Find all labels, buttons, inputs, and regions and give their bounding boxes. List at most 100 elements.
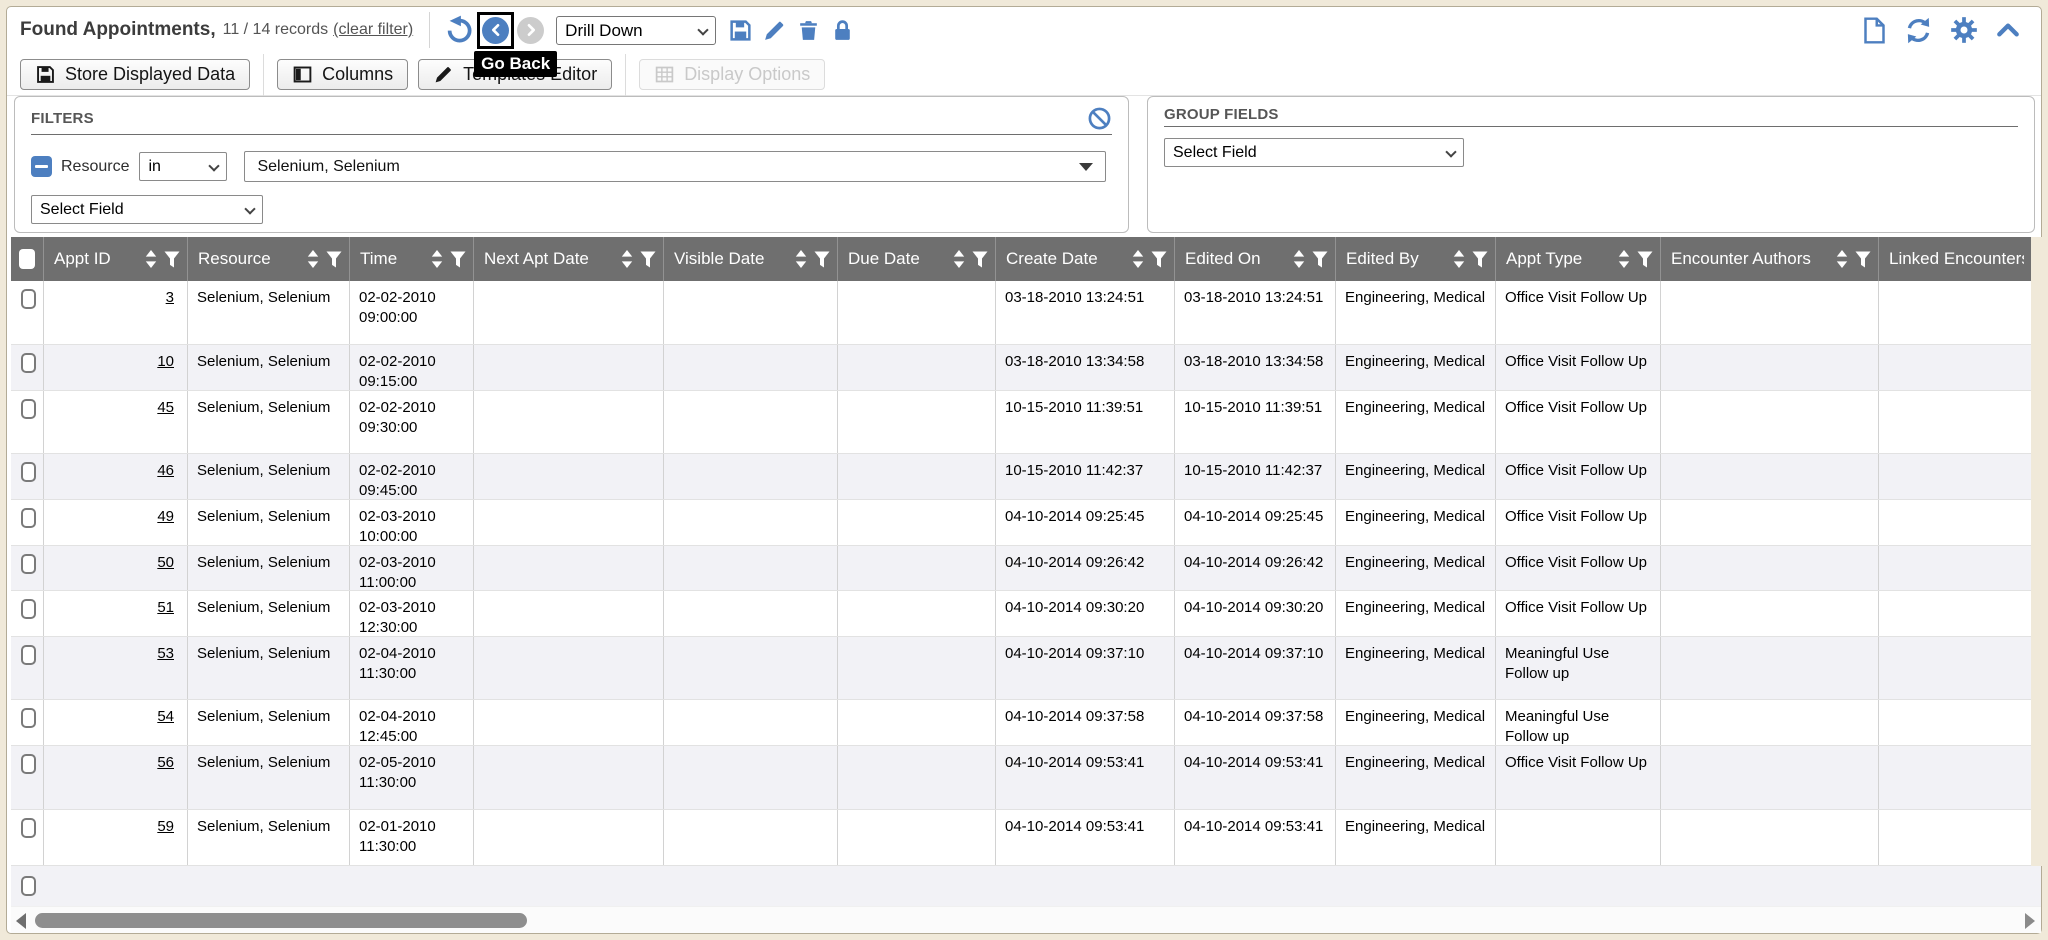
filter-funnel-icon[interactable] xyxy=(640,251,656,268)
filter-funnel-icon[interactable] xyxy=(1855,251,1871,268)
appt-id-link[interactable]: 50 xyxy=(157,554,174,571)
sort-icon[interactable] xyxy=(306,250,320,268)
new-file-icon[interactable] xyxy=(1862,17,1887,44)
page-title: Found Appointments, xyxy=(20,19,216,41)
remove-filter-icon[interactable] xyxy=(31,156,52,177)
appt-id-link[interactable]: 10 xyxy=(157,353,174,370)
sort-icon[interactable] xyxy=(1835,250,1849,268)
scroll-left-arrow-icon[interactable] xyxy=(16,913,26,929)
cell-resource: Selenium, Selenium xyxy=(188,637,350,699)
scrollbar-thumb[interactable] xyxy=(35,913,527,928)
go-forward-icon[interactable] xyxy=(517,17,544,44)
filter-funnel-icon[interactable] xyxy=(326,251,342,268)
clear-filter-link[interactable]: (clear filter) xyxy=(333,21,413,39)
appt-id-link[interactable]: 59 xyxy=(157,818,174,835)
cell-time: 02-02-2010 09:45:00 xyxy=(350,454,474,499)
sort-icon[interactable] xyxy=(1131,250,1145,268)
row-checkbox[interactable] xyxy=(21,289,36,309)
row-checkbox-cell xyxy=(11,637,44,699)
refresh-icon[interactable] xyxy=(1904,16,1933,45)
sort-icon[interactable] xyxy=(1617,250,1631,268)
row-checkbox[interactable] xyxy=(21,399,36,419)
display-options-button[interactable]: Display Options xyxy=(639,59,825,90)
column-header[interactable]: Due Date xyxy=(838,237,996,281)
appt-id-link[interactable]: 45 xyxy=(157,399,174,416)
column-header[interactable]: Time xyxy=(350,237,474,281)
appt-id-link[interactable]: 3 xyxy=(166,289,174,306)
save-icon[interactable] xyxy=(728,18,753,43)
row-checkbox[interactable] xyxy=(21,508,36,528)
column-header[interactable]: Linked Encounters xyxy=(1879,237,2031,281)
row-checkbox[interactable] xyxy=(21,599,36,619)
filter-funnel-icon[interactable] xyxy=(814,251,830,268)
undo-icon[interactable] xyxy=(444,15,474,45)
row-checkbox[interactable] xyxy=(21,645,36,665)
sort-icon[interactable] xyxy=(952,250,966,268)
sort-icon[interactable] xyxy=(430,250,444,268)
drill-down-select[interactable]: Drill Down xyxy=(556,16,716,45)
column-header-label: Appt ID xyxy=(54,249,111,269)
cell-create-date: 10-15-2010 11:39:51 xyxy=(996,391,1175,453)
row-checkbox[interactable] xyxy=(21,818,36,838)
cell-next-apt-date xyxy=(474,810,664,865)
row-checkbox[interactable] xyxy=(21,554,36,574)
filter-value-dropdown[interactable]: Selenium, Selenium xyxy=(244,151,1106,182)
sort-icon[interactable] xyxy=(144,250,158,268)
go-back-icon[interactable] xyxy=(482,17,509,44)
clear-filters-icon[interactable] xyxy=(1087,106,1112,131)
column-header[interactable]: Visible Date xyxy=(664,237,838,281)
scroll-right-arrow-icon[interactable] xyxy=(2025,913,2035,929)
sort-icon[interactable] xyxy=(1452,250,1466,268)
sort-icon[interactable] xyxy=(1292,250,1306,268)
filter-row: Resource in Selenium, Selenium xyxy=(31,151,1112,182)
sort-icon[interactable] xyxy=(620,250,634,268)
filter-funnel-icon[interactable] xyxy=(972,251,988,268)
collapse-chevron-icon[interactable] xyxy=(1995,17,2021,43)
store-displayed-data-button[interactable]: Store Displayed Data xyxy=(20,59,250,90)
gear-icon[interactable] xyxy=(1950,16,1978,44)
filter-funnel-icon[interactable] xyxy=(450,251,466,268)
group-field-row: Select Field xyxy=(1164,138,2018,167)
cell-linked-encounters xyxy=(1879,637,2031,699)
cell-appt-type: Meaningful Use Follow up xyxy=(1496,700,1661,745)
pencil-icon[interactable] xyxy=(762,18,787,43)
column-header[interactable]: Edited On xyxy=(1175,237,1336,281)
sort-icon[interactable] xyxy=(794,250,808,268)
trash-icon[interactable] xyxy=(796,18,821,43)
cell-linked-encounters xyxy=(1879,700,2031,745)
row-checkbox[interactable] xyxy=(21,462,36,482)
cell-time: 02-03-2010 12:30:00 xyxy=(350,591,474,636)
columns-button[interactable]: Columns xyxy=(277,59,408,90)
column-header[interactable]: Resource xyxy=(188,237,350,281)
group-select-field[interactable]: Select Field xyxy=(1164,138,1464,167)
appt-id-link[interactable]: 54 xyxy=(157,708,174,725)
column-header[interactable]: Next Apt Date xyxy=(474,237,664,281)
filter-funnel-icon[interactable] xyxy=(1472,251,1488,268)
column-header[interactable]: Appt ID xyxy=(44,237,188,281)
filter-select-field[interactable]: Select Field xyxy=(31,195,263,224)
filter-funnel-icon[interactable] xyxy=(164,251,180,268)
cell-resource: Selenium, Selenium xyxy=(188,345,350,390)
appt-id-link[interactable]: 56 xyxy=(157,754,174,771)
select-all-checkbox[interactable] xyxy=(19,249,35,269)
cell-resource: Selenium, Selenium xyxy=(188,810,350,865)
lock-icon[interactable] xyxy=(830,18,855,43)
column-header[interactable]: Edited By xyxy=(1336,237,1496,281)
row-checkbox[interactable] xyxy=(21,353,36,373)
appt-id-link[interactable]: 51 xyxy=(157,599,174,616)
appt-id-link[interactable]: 49 xyxy=(157,508,174,525)
row-checkbox[interactable] xyxy=(21,708,36,728)
column-header[interactable]: Create Date xyxy=(996,237,1175,281)
filter-funnel-icon[interactable] xyxy=(1151,251,1167,268)
appt-id-link[interactable]: 46 xyxy=(157,462,174,479)
filter-funnel-icon[interactable] xyxy=(1637,251,1653,268)
column-header[interactable]: Encounter Authors xyxy=(1661,237,1879,281)
column-header[interactable]: Appt Type xyxy=(1496,237,1661,281)
filter-operator-select[interactable]: in xyxy=(139,152,227,181)
row-checkbox[interactable] xyxy=(21,754,36,774)
cell-visible-date xyxy=(664,546,838,590)
filter-funnel-icon[interactable] xyxy=(1312,251,1328,268)
table-grid-icon xyxy=(654,64,675,85)
row-checkbox[interactable] xyxy=(21,876,36,896)
appt-id-link[interactable]: 53 xyxy=(157,645,174,662)
